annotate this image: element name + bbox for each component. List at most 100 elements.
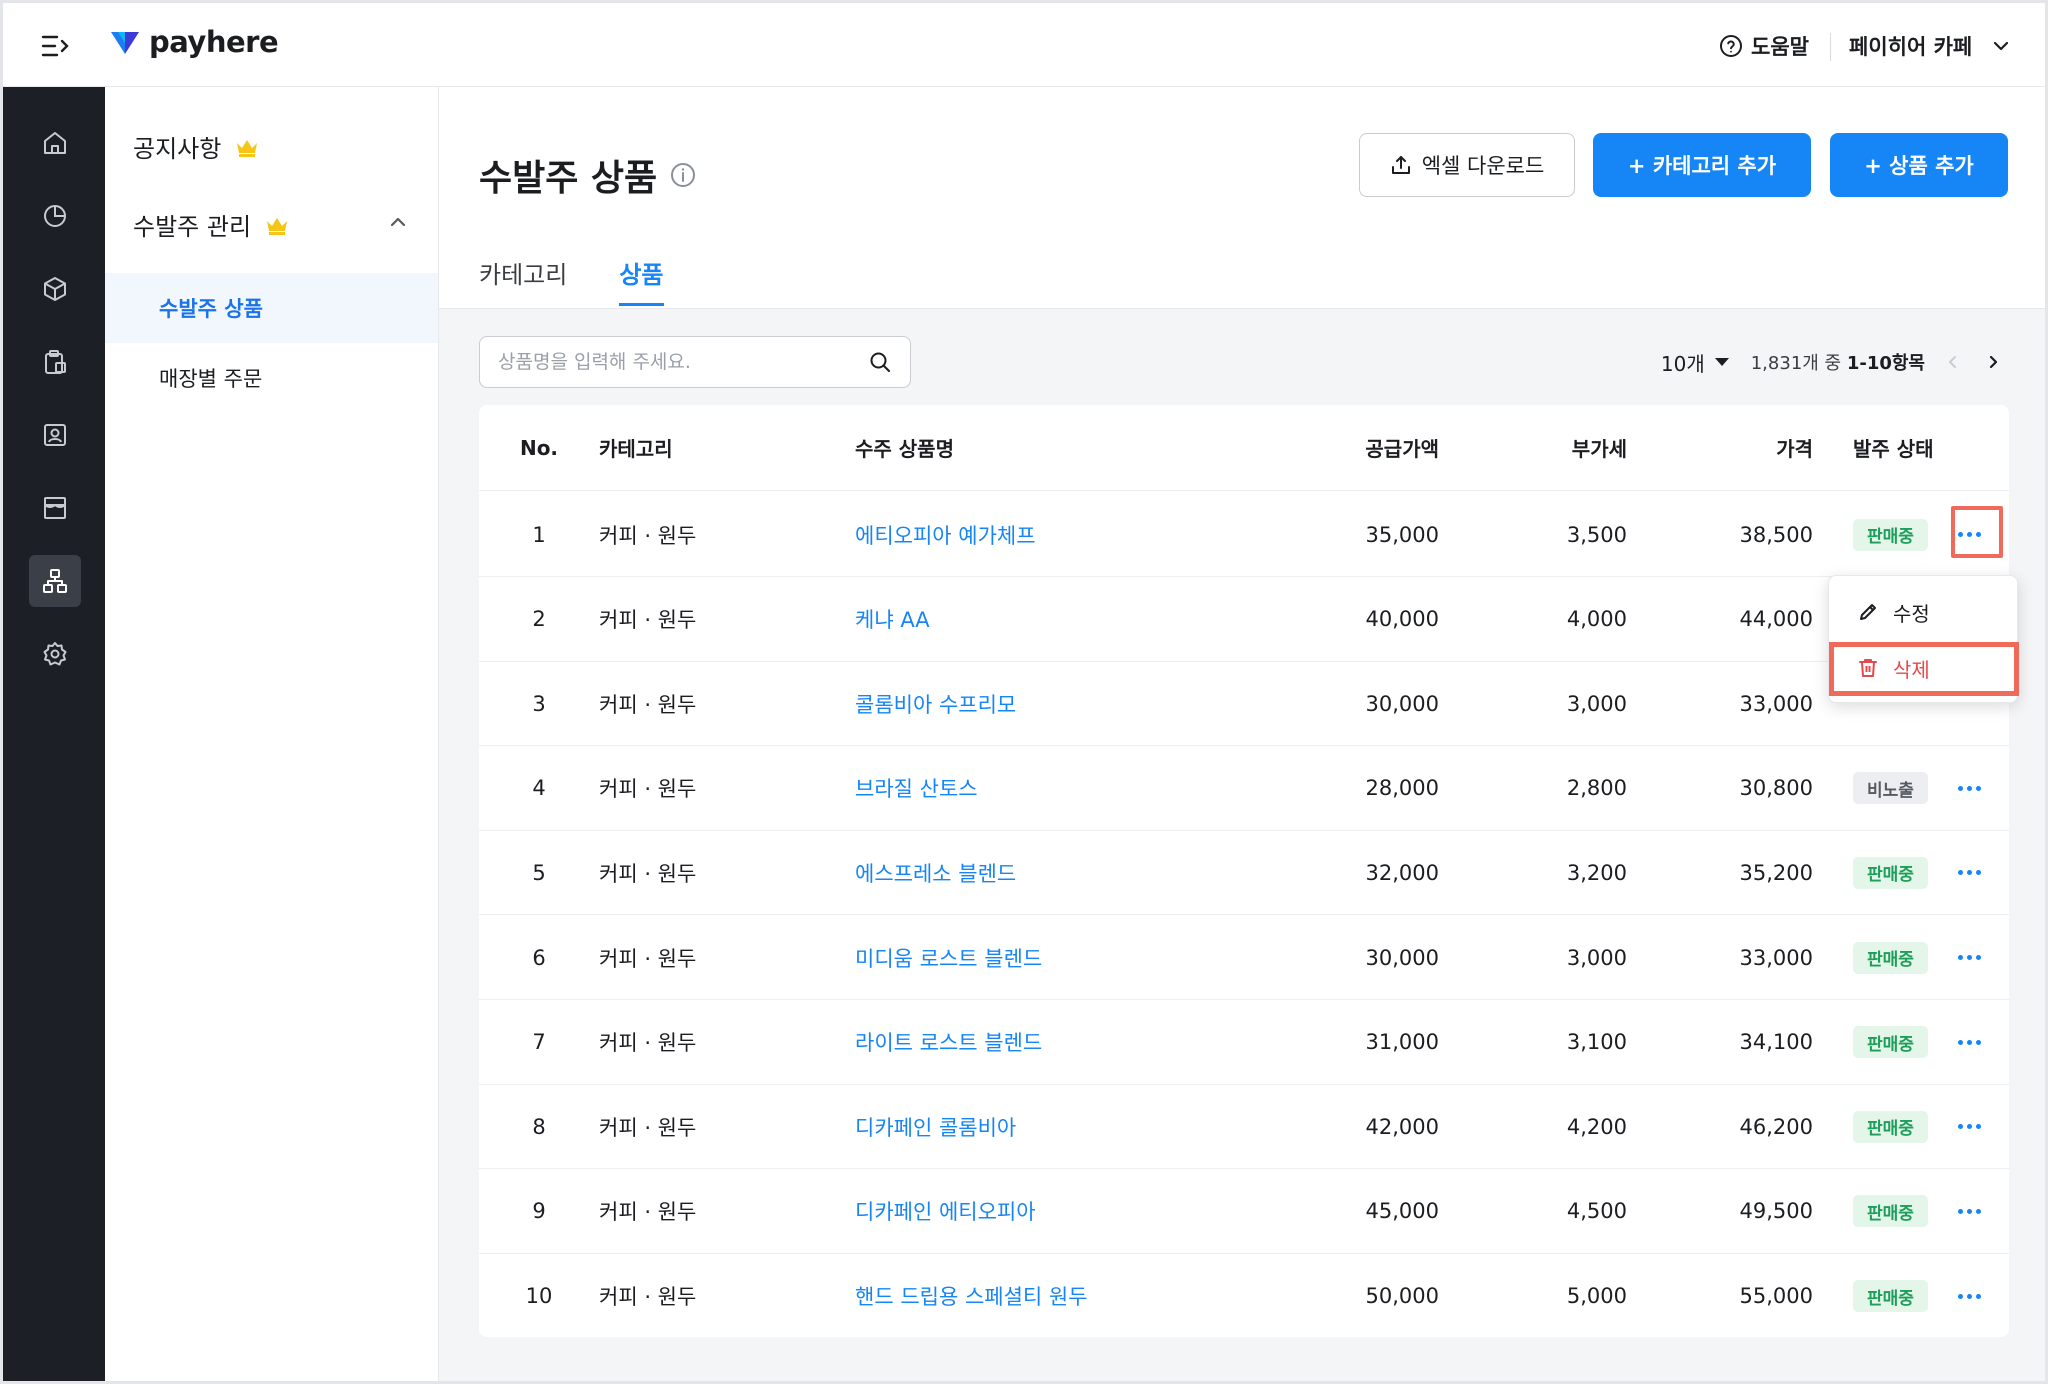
payhere-logo-icon bbox=[111, 32, 139, 54]
more-dots-icon bbox=[1957, 1039, 1981, 1045]
row-price: 33,000 bbox=[1739, 945, 1813, 970]
gear-icon bbox=[43, 642, 67, 666]
row-no: 7 bbox=[532, 1030, 546, 1055]
edit-menu-item[interactable]: 수정 bbox=[1829, 584, 2019, 640]
subnav-notice-label: 공지사항 bbox=[133, 135, 222, 163]
more-actions-button[interactable] bbox=[1951, 1170, 1987, 1253]
search-icon[interactable] bbox=[868, 350, 892, 374]
product-name-link[interactable]: 라이트 로스트 블렌드 bbox=[855, 1027, 1042, 1057]
more-actions-button[interactable] bbox=[1951, 916, 1987, 999]
search-input[interactable] bbox=[498, 351, 868, 373]
row-no: 8 bbox=[532, 1114, 546, 1139]
row-price: 33,000 bbox=[1739, 691, 1813, 716]
table-row[interactable]: 9 커피 · 원두 디카페인 에티오피아 45,000 4,500 49,500 판매중 bbox=[479, 1170, 2009, 1254]
table-row[interactable]: 2 커피 · 원두 케냐 AA 40,000 4,000 44,000 bbox=[479, 578, 2009, 662]
rail-supply-orders[interactable] bbox=[29, 555, 81, 607]
subnav-group-supply[interactable]: 수발주 관리 bbox=[133, 207, 289, 242]
row-no: 9 bbox=[532, 1199, 546, 1224]
row-vat: 4,500 bbox=[1566, 1199, 1627, 1224]
row-vat: 4,200 bbox=[1566, 1114, 1627, 1139]
row-supply-price: 42,000 bbox=[1365, 1114, 1439, 1139]
product-name-link[interactable]: 미디움 로스트 블렌드 bbox=[855, 943, 1042, 973]
next-page-button[interactable] bbox=[1981, 350, 2005, 374]
table-row[interactable]: 1 커피 · 원두 에티오피아 예가체프 35,000 3,500 38,500 판매중 bbox=[479, 493, 2009, 577]
rail-home[interactable] bbox=[29, 117, 81, 169]
product-name-link[interactable]: 브라질 산토스 bbox=[855, 773, 978, 803]
chevron-down-icon bbox=[1994, 41, 2009, 51]
row-price: 49,500 bbox=[1739, 1199, 1813, 1224]
product-name-link[interactable]: 케냐 AA bbox=[855, 604, 930, 634]
table-row[interactable]: 7 커피 · 원두 라이트 로스트 블렌드 31,000 3,100 34,100 판매중 bbox=[479, 1001, 2009, 1085]
more-actions-button[interactable] bbox=[1951, 1001, 1987, 1084]
rail-inventory[interactable] bbox=[29, 336, 81, 388]
product-name-link[interactable]: 디카페인 콜롬비아 bbox=[855, 1112, 1016, 1142]
more-dots-icon bbox=[1957, 870, 1981, 876]
upload-icon bbox=[1391, 156, 1410, 174]
table-row[interactable]: 10 커피 · 원두 핸드 드립용 스페셜티 원두 50,000 5,000 55,000… bbox=[479, 1254, 2009, 1338]
status-badge: 판매중 bbox=[1853, 1280, 1928, 1313]
row-vat: 2,800 bbox=[1566, 776, 1627, 801]
rail-products[interactable] bbox=[29, 263, 81, 315]
row-supply-price: 35,000 bbox=[1365, 522, 1439, 547]
subnav-item-supply-products[interactable]: 수발주 상품 bbox=[105, 273, 438, 343]
more-actions-button[interactable] bbox=[1951, 831, 1987, 914]
subnav-notice[interactable]: 공지사항 bbox=[133, 129, 259, 164]
row-no: 6 bbox=[532, 945, 546, 970]
payhere-logo[interactable]: payhere bbox=[109, 25, 279, 59]
content-header: 수발주 상품 엑셀 다운로드 + 카테고리 추가 + 상품 추가 카테고리 상품 bbox=[439, 87, 2045, 309]
header-divider bbox=[1830, 33, 1831, 61]
table-row[interactable]: 4 커피 · 원두 브라질 산토스 28,000 2,800 30,800 비노출 bbox=[479, 747, 2009, 831]
rail-analytics[interactable] bbox=[29, 190, 81, 242]
more-actions-button[interactable] bbox=[1951, 1254, 1987, 1338]
status-badge: 비노출 bbox=[1853, 772, 1928, 805]
row-supply-price: 50,000 bbox=[1365, 1284, 1439, 1309]
tab-category[interactable]: 카테고리 bbox=[479, 255, 567, 306]
more-actions-button[interactable] bbox=[1951, 747, 1987, 830]
row-vat: 3,200 bbox=[1566, 860, 1627, 885]
more-dots-icon bbox=[1957, 532, 1981, 537]
product-name-link[interactable]: 에티오피아 예가체프 bbox=[855, 520, 1036, 550]
help-button[interactable]: 도움말 bbox=[1719, 31, 1809, 61]
row-no: 5 bbox=[532, 860, 546, 885]
row-category: 커피 · 원두 bbox=[599, 946, 697, 971]
col-vat: 부가세 bbox=[1571, 437, 1627, 461]
page-range-items: 1-10항목 bbox=[1846, 353, 1925, 374]
prev-page-button[interactable] bbox=[1941, 350, 1965, 374]
tab-products[interactable]: 상품 bbox=[619, 255, 664, 306]
rail-store[interactable] bbox=[29, 482, 81, 534]
info-icon[interactable] bbox=[669, 161, 697, 189]
row-category: 커피 · 원두 bbox=[599, 861, 697, 886]
delete-menu-item[interactable]: 삭제 bbox=[1829, 640, 2019, 696]
product-name-link[interactable]: 에스프레소 블렌드 bbox=[855, 858, 1016, 888]
chart-pie-icon bbox=[44, 205, 66, 227]
row-supply-price: 45,000 bbox=[1365, 1199, 1439, 1224]
add-category-button[interactable]: + 카테고리 추가 bbox=[1593, 133, 1811, 197]
page-size-select[interactable]: 10개 bbox=[1661, 348, 1729, 377]
table-row[interactable]: 5 커피 · 원두 에스프레소 블렌드 32,000 3,200 35,200 판매중 bbox=[479, 831, 2009, 916]
more-actions-button[interactable] bbox=[1951, 1085, 1987, 1168]
row-price: 34,100 bbox=[1739, 1030, 1813, 1055]
menu-collapse-icon[interactable] bbox=[41, 33, 71, 59]
store-selector[interactable]: 페이히어 카페 bbox=[1849, 31, 2010, 61]
subnav-item-store-orders[interactable]: 매장별 주문 bbox=[105, 343, 438, 413]
product-name-link[interactable]: 디카페인 에티오피아 bbox=[855, 1196, 1036, 1226]
chevron-left-icon bbox=[1949, 356, 1956, 368]
rail-customers[interactable] bbox=[29, 409, 81, 461]
product-name-link[interactable]: 콜롬비아 수프리모 bbox=[855, 689, 1016, 719]
row-price: 44,000 bbox=[1739, 607, 1813, 632]
add-product-button[interactable]: + 상품 추가 bbox=[1830, 133, 2008, 197]
subnav-item-label: 수발주 상품 bbox=[159, 297, 263, 321]
table-row[interactable]: 3 커피 · 원두 콜롬비아 수프리모 30,000 3,000 33,000 bbox=[479, 662, 2009, 747]
table-row[interactable]: 8 커피 · 원두 디카페인 콜롬비아 42,000 4,200 46,200 판매중 bbox=[479, 1085, 2009, 1170]
question-circle-icon bbox=[1720, 35, 1742, 57]
col-order-status: 발주 상태 bbox=[1853, 437, 1934, 461]
rail-settings[interactable] bbox=[29, 628, 81, 680]
tab-bar: 카테고리 상품 bbox=[479, 255, 664, 306]
excel-download-button[interactable]: 엑셀 다운로드 bbox=[1359, 133, 1575, 197]
row-vat: 3,000 bbox=[1566, 691, 1627, 716]
product-name-link[interactable]: 핸드 드립용 스페셜티 원두 bbox=[855, 1281, 1088, 1311]
more-actions-button[interactable] bbox=[1951, 493, 1987, 576]
chevron-up-icon[interactable] bbox=[388, 212, 408, 232]
row-category: 커피 · 원두 bbox=[599, 1115, 697, 1140]
table-row[interactable]: 6 커피 · 원두 미디움 로스트 블렌드 30,000 3,000 33,000 판매중 bbox=[479, 916, 2009, 1000]
